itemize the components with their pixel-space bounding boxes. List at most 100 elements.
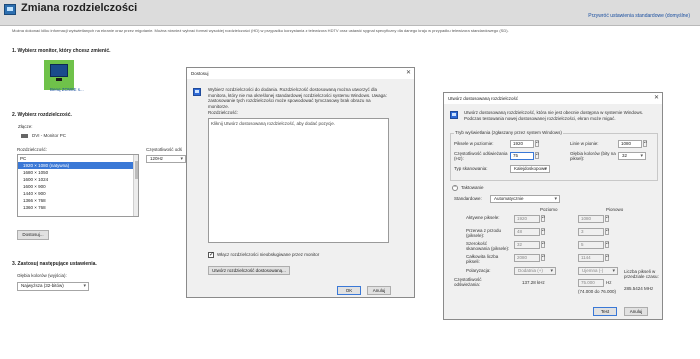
- monitor-label: Benq ZOWIE s...: [50, 87, 84, 92]
- timing-horizontal-spinner[interactable]: ▴▾: [541, 254, 545, 261]
- list-item[interactable]: 1440 × 900: [18, 190, 138, 197]
- standards-select[interactable]: Automatycznie: [490, 195, 560, 203]
- timing-vertical-spinner[interactable]: ▴▾: [605, 254, 609, 261]
- page-header: Zmiana rozdzielczości Przywróć ustawieni…: [0, 0, 700, 26]
- test-button[interactable]: Test: [593, 307, 617, 316]
- custom-resolution-dialog: Utwórz dostosowaną rozdzielczość ✕ Utwór…: [443, 92, 663, 320]
- color-depth-label: Głębia kolorów (wyjścia):: [17, 273, 67, 278]
- timing-row-label: Całkowita liczba pikseli:: [466, 254, 499, 264]
- scan-type-label: Typ skanowania:: [454, 166, 488, 171]
- timing-horizontal-input[interactable]: 2080: [514, 254, 540, 262]
- step1-heading: 1. Wybierz monitor, który chcesz zmienić…: [12, 48, 111, 54]
- pixel-clock-value: 285.5424 MHz: [624, 286, 654, 291]
- cancel-button[interactable]: Anuluj: [367, 286, 391, 295]
- timing-horizontal-input[interactable]: 48: [514, 228, 540, 236]
- timing-vertical-spinner[interactable]: ▴▾: [605, 241, 609, 248]
- dvi-connector-icon: [21, 134, 28, 138]
- scrollbar-thumb[interactable]: [135, 161, 138, 179]
- dialog-titlebar: Utwórz dostosowaną rozdzielczość ✕: [444, 93, 662, 104]
- timing-vertical-input[interactable]: 1080: [578, 215, 604, 223]
- dialog-title: Dostosuj: [191, 71, 209, 76]
- step2-heading: 2. Wybierz rozdzielczość.: [12, 112, 72, 118]
- timing-horizontal-spinner[interactable]: ▴▾: [541, 241, 545, 248]
- custom-resolutions-list[interactable]: Kliknij Utwórz dostosowaną rozdzielczość…: [208, 118, 389, 243]
- v-refresh-input[interactable]: 75.000: [578, 279, 604, 287]
- timing-vertical-spinner[interactable]: ▴▾: [605, 215, 609, 222]
- list-item[interactable]: 1360 × 768: [18, 204, 138, 211]
- close-icon[interactable]: ✕: [406, 69, 411, 76]
- resolution-label: Rozdzielczość:: [17, 147, 48, 152]
- timing-horizontal-spinner[interactable]: ▴▾: [541, 215, 545, 222]
- list-item[interactable]: 1600 × 900: [18, 183, 138, 190]
- info-icon: [450, 111, 458, 119]
- horizontal-column-head: Poziomo: [540, 207, 558, 212]
- dialog-titlebar: Dostosuj ✕: [187, 68, 414, 79]
- timing-horizontal-input[interactable]: 1920: [514, 215, 540, 223]
- h-polarity-select[interactable]: Dodatnia (+): [514, 267, 556, 275]
- timing-horizontal-spinner[interactable]: ▴▾: [541, 228, 545, 235]
- timing-legend: Taktowanie: [461, 185, 484, 190]
- pixel-clock-label: Liczba pikseli w przedziale czasu:: [624, 269, 659, 279]
- monitor-icon: [50, 64, 68, 77]
- refresh-rate-label: Częstotliwość odświeżania (Hz):: [454, 151, 508, 161]
- unsupported-res-checkbox[interactable]: [208, 251, 214, 258]
- timing-horizontal-input[interactable]: 32: [514, 241, 540, 249]
- v-lines-spinner[interactable]: ▴▾: [643, 140, 647, 147]
- listbox-scrollbar[interactable]: [133, 155, 138, 216]
- timing-vertical-input[interactable]: 1144: [578, 254, 604, 262]
- step3-heading: 3. Zastosuj następujące ustawienia.: [12, 261, 97, 267]
- collapse-icon[interactable]: ⌃: [452, 185, 458, 191]
- timing-row-label: Przerwa z przodu (piksele):: [466, 228, 502, 238]
- refresh-unit: Hz: [606, 280, 612, 285]
- customize-dialog: Dostosuj ✕ Wybierz rozdzielczości do dod…: [186, 67, 415, 298]
- timing-row-label: Szerokość skanowania (piksele):: [466, 241, 510, 251]
- polarity-label: Polaryzacja:: [466, 268, 491, 273]
- monitor-stand: [56, 78, 62, 81]
- list-item[interactable]: 1920 × 1080 (natywna): [18, 162, 138, 169]
- v-polarity-select[interactable]: Ujemna (-): [578, 267, 618, 275]
- timing-row-label: Aktywne piksele:: [466, 215, 500, 220]
- color-depth-select[interactable]: Najwyższa (32-bitów): [17, 282, 89, 291]
- v-lines-label: Linie w pionie:: [570, 141, 599, 146]
- scan-type-select[interactable]: Kalejdoskopowe: [510, 165, 550, 173]
- restore-defaults-link[interactable]: Przywróć ustawienia standardowe (domyśln…: [588, 13, 690, 19]
- monitor-tile[interactable]: [44, 60, 74, 90]
- refresh-range: (74.000 do 76.000): [578, 289, 617, 294]
- dialog-intro: Wybierz rozdzielczości do dodania. Rozdz…: [208, 87, 387, 109]
- close-icon[interactable]: ✕: [654, 94, 659, 101]
- refresh-rate-spinner[interactable]: ▴▾: [535, 152, 539, 159]
- ok-button[interactable]: OK: [337, 286, 361, 295]
- bit-depth-select[interactable]: 32: [618, 152, 646, 160]
- list-item[interactable]: 1366 × 768: [18, 197, 138, 204]
- connector-label: Złącze:: [18, 124, 33, 129]
- display-settings-icon: [4, 4, 16, 15]
- refresh-label: Częstotliwość odś: [146, 147, 183, 152]
- page-intro: Można dokonać kilku informacji wyświetla…: [12, 28, 509, 33]
- list-item[interactable]: 1600 × 1024: [18, 176, 138, 183]
- v-lines-input[interactable]: 1080: [618, 140, 642, 148]
- timing-vertical-input[interactable]: 3: [578, 228, 604, 236]
- refresh-rate-input[interactable]: 75: [510, 152, 534, 160]
- refresh-rate-row-label: Częstotliwość odświeżania:: [454, 277, 482, 287]
- standards-label: Standardowe:: [454, 196, 482, 201]
- list-item[interactable]: 1680 × 1050: [18, 169, 138, 176]
- resolution-listbox[interactable]: PC 1920 × 1080 (natywna) 1680 × 1050 1600 ×…: [17, 154, 139, 217]
- list-group-header: PC: [20, 156, 27, 161]
- info-icon: [193, 88, 201, 96]
- dialog-title: Utwórz dostosowaną rozdzielczość: [448, 96, 519, 101]
- refresh-select[interactable]: 120Hz: [146, 155, 186, 163]
- dialog-intro: Utwórz dostosowaną rozdzielczość, która …: [464, 110, 644, 121]
- h-pixels-spinner[interactable]: ▴▾: [535, 140, 539, 147]
- unsupported-res-label: Włącz rozdzielczości nieobsługiwane prze…: [217, 252, 320, 257]
- timing-vertical-input[interactable]: 5: [578, 241, 604, 249]
- h-refresh-value: 137.28 kHz: [522, 280, 545, 285]
- vertical-column-head: Pionowo: [606, 207, 624, 212]
- timing-vertical-spinner[interactable]: ▴▾: [605, 228, 609, 235]
- display-mode-legend: Tryb wyświetlania (zgłaszany przez syste…: [454, 130, 563, 135]
- h-pixels-label: Piksele w poziomie:: [454, 141, 494, 146]
- dialog-resolution-label: Rozdzielczość:: [208, 110, 239, 115]
- customize-button[interactable]: Dostosuj...: [17, 230, 49, 240]
- h-pixels-input[interactable]: 1920: [510, 140, 534, 148]
- create-custom-res-button[interactable]: Utwórz rozdzielczość dostosowaną...: [208, 266, 290, 275]
- cancel-button[interactable]: Anuluj: [624, 307, 648, 316]
